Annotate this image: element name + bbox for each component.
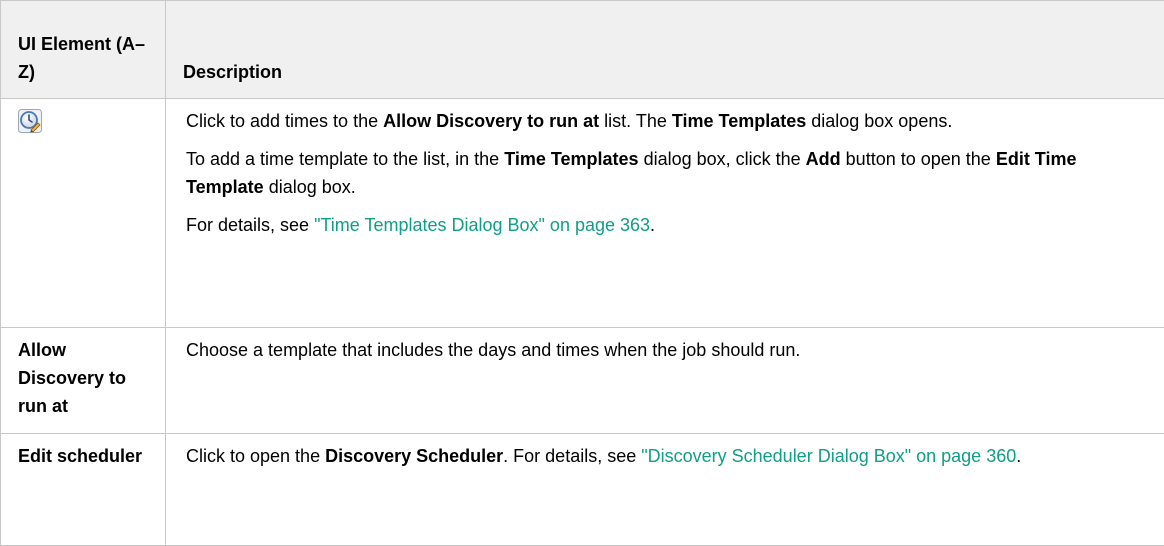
description-paragraph: For details, see "Time Templates Dialog … (186, 211, 1134, 239)
bold-term: Allow Discovery to run at (383, 111, 599, 131)
bold-term: Add (806, 149, 841, 169)
bold-term: Discovery Scheduler (325, 446, 503, 466)
text-run: For details, see (186, 215, 314, 235)
text-run: dialog box. (264, 177, 356, 197)
text-run: dialog box, click the (639, 149, 806, 169)
text-run: Click to open the (186, 446, 325, 466)
bold-term: Time Templates (672, 111, 806, 131)
description-paragraph: To add a time template to the list, in t… (186, 145, 1134, 201)
text-run: . (650, 215, 655, 235)
description-cell: Click to open the Discovery Scheduler. F… (166, 434, 1164, 546)
description-paragraph: Choose a template that includes the days… (186, 336, 1134, 364)
time-templates-link[interactable]: "Time Templates Dialog Box" on page 363 (314, 215, 650, 235)
element-name: Edit scheduler (1, 434, 166, 546)
description-cell: Click to add times to the Allow Discover… (166, 99, 1164, 328)
bold-term: Time Templates (504, 149, 638, 169)
table-row: Allow Discovery to run at Choose a templ… (1, 328, 1164, 434)
text-run: . (1016, 446, 1021, 466)
element-name: Allow Discovery to run at (1, 328, 166, 434)
text-run: button to open the (841, 149, 996, 169)
ui-element-table: UI Element (A–Z) Description (0, 0, 1164, 546)
description-paragraph: Click to open the Discovery Scheduler. F… (186, 442, 1134, 470)
discovery-scheduler-link[interactable]: "Discovery Scheduler Dialog Box" on page… (641, 446, 1016, 466)
header-description: Description (166, 1, 1164, 99)
clock-pencil-icon (18, 109, 42, 133)
element-cell (1, 99, 166, 328)
description-cell: Choose a template that includes the days… (166, 328, 1164, 434)
text-run: Click to add times to the (186, 111, 383, 131)
header-ui-element: UI Element (A–Z) (1, 1, 166, 99)
table-row: Click to add times to the Allow Discover… (1, 99, 1164, 328)
text-run: . For details, see (503, 446, 641, 466)
text-run: dialog box opens. (806, 111, 952, 131)
table-header-row: UI Element (A–Z) Description (1, 1, 1164, 99)
text-run: list. The (599, 111, 672, 131)
text-run: To add a time template to the list, in t… (186, 149, 504, 169)
description-paragraph: Click to add times to the Allow Discover… (186, 107, 1134, 135)
table-row: Edit scheduler Click to open the Discove… (1, 434, 1164, 546)
